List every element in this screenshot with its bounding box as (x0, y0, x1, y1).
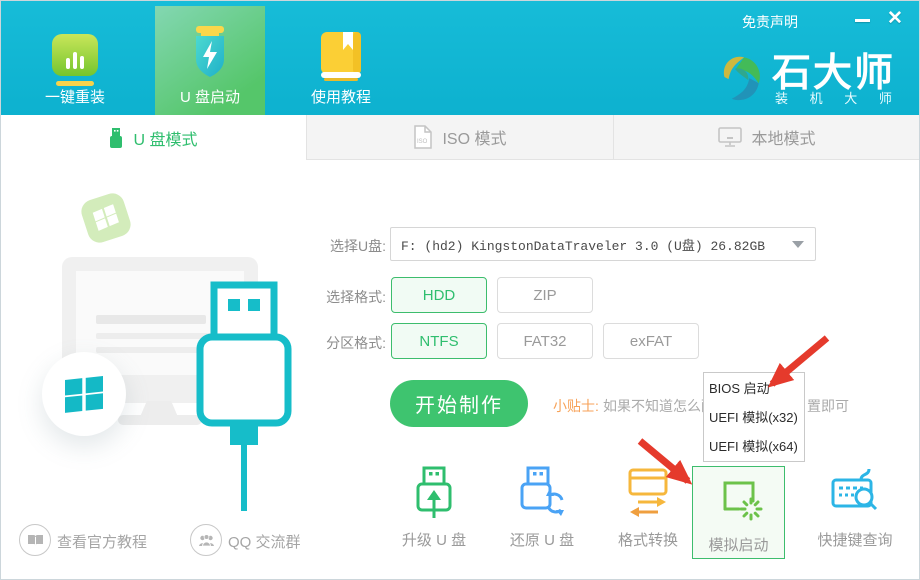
tool-upgrade-usb[interactable]: 升级 U 盘 (379, 466, 489, 550)
simulate-boot-icon (715, 475, 763, 527)
tab-usb-mode[interactable]: U 盘模式 (0, 115, 306, 160)
partition-option-exfat[interactable]: exFAT (603, 323, 699, 359)
tool-restore-usb-label: 还原 U 盘 (487, 529, 597, 550)
hotkey-query-icon (831, 466, 879, 520)
monitor-icon (718, 127, 742, 147)
tab-local-mode[interactable]: 本地模式 (613, 115, 920, 160)
nav-item-reinstall[interactable]: 一键重装 (15, 86, 135, 107)
tool-upgrade-usb-label: 升级 U 盘 (379, 529, 489, 550)
restore-usb-icon (518, 466, 566, 520)
official-tutorial-icon (19, 524, 51, 556)
tool-simulate-boot-label: 模拟启动 (693, 534, 784, 555)
usb-select-dropdown[interactable]: F: (hd2) KingstonDataTraveler 3.0 (U盘) 2… (390, 227, 816, 261)
boot-menu-item-bios[interactable]: BIOS 启动 (704, 373, 804, 402)
usb-select-value: F: (hd2) KingstonDataTraveler 3.0 (U盘) 2… (401, 235, 765, 254)
app-window: 一键重装 U 盘启动 使用教程 免责声明 ✕ (0, 0, 920, 580)
tab-usb-mode-label: U 盘模式 (133, 126, 197, 150)
tab-local-mode-label: 本地模式 (751, 125, 815, 149)
format-convert-icon (624, 466, 672, 520)
tool-format-convert[interactable]: 格式转换 (593, 466, 703, 550)
tip-label: 小贴士: (553, 396, 599, 416)
format-label: 选择格式: (318, 287, 386, 307)
iso-file-icon: ISO (413, 125, 433, 149)
brand-logo-icon (712, 48, 768, 104)
usb-plug-illustration (192, 281, 296, 515)
tip-text-right: 置即可 (807, 396, 849, 416)
qq-group-link[interactable]: QQ 交流群 (228, 531, 301, 552)
disclaimer-link[interactable]: 免责声明 (742, 12, 798, 32)
partition-label: 分区格式: (318, 333, 386, 353)
minimize-button[interactable] (851, 8, 875, 32)
boot-menu-item-uefi-x32[interactable]: UEFI 模拟(x32) (704, 402, 804, 431)
format-option-hdd[interactable]: HDD (391, 277, 487, 313)
windows-flag-icon (63, 375, 105, 413)
tool-restore-usb[interactable]: 还原 U 盘 (487, 466, 597, 550)
tool-format-convert-label: 格式转换 (593, 529, 703, 550)
boot-menu-item-uefi-x64[interactable]: UEFI 模拟(x64) (704, 431, 804, 460)
close-button[interactable]: ✕ (882, 6, 908, 32)
tool-hotkey-query-label: 快捷键查询 (800, 529, 910, 550)
chevron-down-icon (792, 241, 804, 248)
decorative-monitor-base (118, 415, 202, 425)
nav-item-usb-boot[interactable]: U 盘启动 (150, 86, 270, 107)
partition-option-ntfs[interactable]: NTFS (391, 323, 487, 359)
start-make-button[interactable]: 开始制作 (390, 380, 528, 427)
usb-drive-icon (108, 127, 124, 149)
usb-select-label: 选择U盘: (318, 236, 386, 256)
tutorial-book-icon (319, 32, 363, 84)
tab-iso-mode-label: ISO 模式 (442, 125, 506, 149)
header: 一键重装 U 盘启动 使用教程 免责声明 ✕ (0, 0, 920, 115)
partition-option-fat32[interactable]: FAT32 (497, 323, 593, 359)
upgrade-usb-icon (410, 466, 458, 520)
tip-text-left: 如果不知道怎么配 (603, 396, 715, 416)
qq-group-icon (190, 524, 222, 556)
svg-text:ISO: ISO (417, 139, 428, 145)
boot-mode-popup: BIOS 启动 UEFI 模拟(x32) UEFI 模拟(x64) (703, 372, 805, 462)
tab-iso-mode[interactable]: ISO ISO 模式 (306, 115, 613, 160)
official-tutorial-link[interactable]: 查看官方教程 (57, 531, 147, 552)
brand-subtitle: 装 机 大 师 (775, 88, 901, 107)
nav-item-tutorial[interactable]: 使用教程 (281, 86, 401, 107)
tool-hotkey-query[interactable]: 快捷键查询 (800, 466, 910, 550)
minimize-icon (855, 19, 870, 22)
format-option-zip[interactable]: ZIP (497, 277, 593, 313)
reinstall-icon (52, 34, 98, 76)
usb-boot-icon (188, 26, 232, 82)
tool-simulate-boot[interactable]: 模拟启动 (692, 466, 785, 559)
decorative-windows-tile (78, 190, 133, 245)
windows-logo-badge (42, 352, 126, 436)
mode-tabs: U 盘模式 ISO ISO 模式 本地模式 (0, 115, 920, 160)
